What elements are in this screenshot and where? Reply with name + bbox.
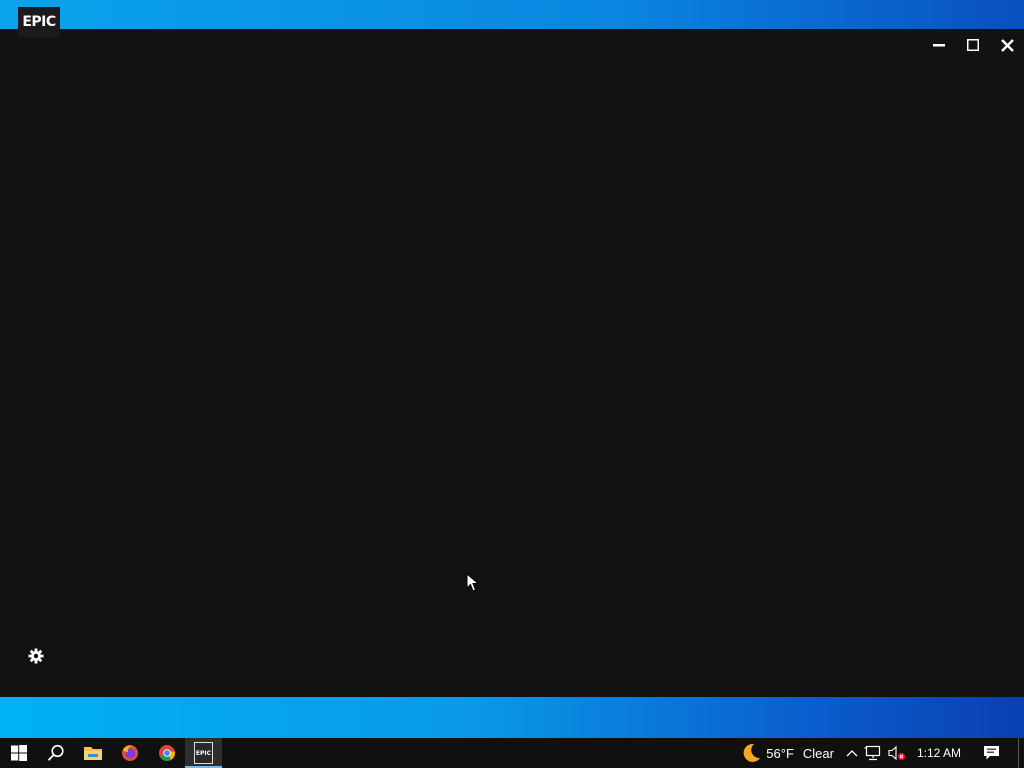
taskbar-epic-games[interactable]: EPIC [185,738,222,768]
taskbar-chrome[interactable] [148,738,185,768]
chrome-icon [158,745,175,761]
window-controls [922,29,1024,61]
epic-games-logo: EPIC [18,7,60,37]
volume-muted-icon [888,745,906,761]
close-button[interactable] [990,29,1024,61]
minimize-icon [933,44,945,47]
desktop-background-top [0,0,1024,30]
notification-icon [984,746,999,760]
epic-games-icon-label: EPIC [195,749,212,757]
firefox-icon [121,745,138,761]
desktop-background-bottom [0,697,1024,738]
taskbar-file-explorer[interactable] [74,738,111,768]
action-center-button[interactable] [971,738,1012,768]
weather-temperature: 56°F [766,745,794,761]
gear-icon [28,648,44,664]
windows-start-icon [10,745,27,761]
minimize-button[interactable] [922,29,956,61]
folder-icon [83,747,102,760]
weather-condition: Clear [802,745,834,761]
maximize-button[interactable] [956,29,990,61]
start-button[interactable] [0,738,37,768]
taskbar: EPIC 56°F Clear 1:12 AM [0,738,1024,768]
network-button[interactable] [861,738,885,768]
weather-widget[interactable]: 56°F Clear [737,738,837,768]
close-icon [1000,38,1014,52]
settings-button[interactable] [26,646,46,666]
chevron-up-icon [846,750,858,757]
search-icon [47,744,64,761]
epic-launcher-window [0,29,1024,697]
network-icon [864,745,881,761]
maximize-icon [967,39,979,51]
moon-icon [743,743,761,762]
show-desktop-button[interactable] [1018,738,1024,768]
volume-button[interactable] [885,738,909,768]
show-hidden-icons-button[interactable] [843,738,861,768]
search-button[interactable] [37,738,74,768]
clock[interactable]: 1:12 AM [909,738,971,768]
system-tray: 56°F Clear 1:12 AM [737,738,1024,768]
epic-games-icon: EPIC [194,742,213,764]
taskbar-firefox[interactable] [111,738,148,768]
mouse-pointer-icon [466,573,480,592]
